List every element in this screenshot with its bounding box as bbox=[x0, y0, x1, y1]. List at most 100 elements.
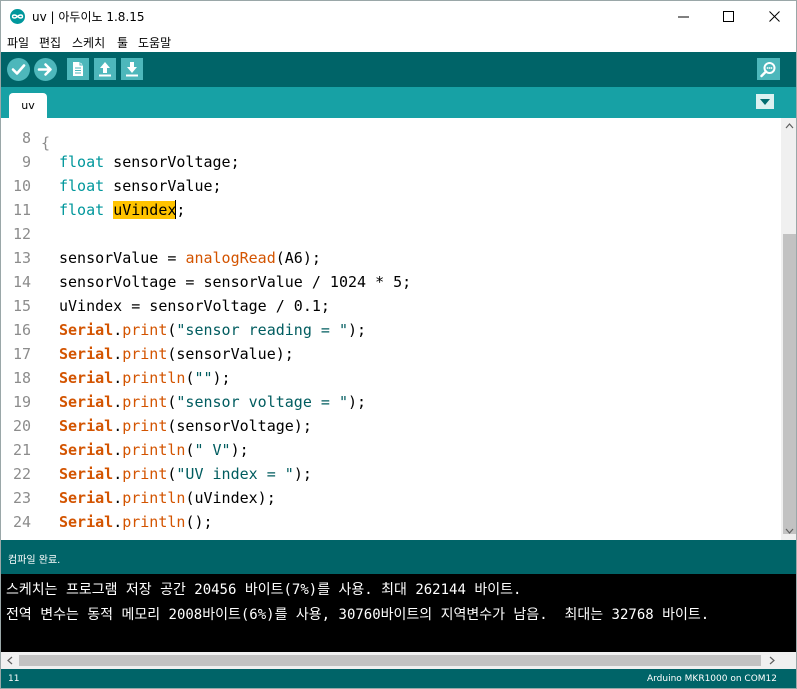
code-line[interactable]: 22 Serial.print("UV index = "); bbox=[1, 462, 781, 486]
tab-uv[interactable]: uv bbox=[9, 93, 47, 118]
code-token: float bbox=[59, 201, 105, 219]
line-number: 21 bbox=[12, 441, 31, 459]
serial-monitor-icon bbox=[760, 62, 776, 78]
code-token: Serial bbox=[59, 489, 114, 507]
code-token: print bbox=[122, 393, 168, 411]
line-number: 16 bbox=[12, 321, 31, 339]
scroll-up-icon[interactable] bbox=[785, 122, 794, 129]
code-token: " V" bbox=[194, 441, 231, 459]
code-text: Serial.print(sensorVoltage); bbox=[59, 414, 312, 438]
code-line[interactable]: 16 Serial.print("sensor reading = "); bbox=[1, 318, 781, 342]
code-token: Serial bbox=[59, 369, 114, 387]
verify-button[interactable] bbox=[7, 58, 30, 81]
code-line[interactable]: 13 sensorValue = analogRead(A6); bbox=[1, 246, 781, 270]
menu-sketch[interactable]: 스케치 bbox=[72, 34, 105, 51]
code-line[interactable]: 20 Serial.print(sensorVoltage); bbox=[1, 414, 781, 438]
menu-tools[interactable]: 툴 bbox=[117, 34, 128, 51]
code-token: . bbox=[113, 465, 123, 483]
code-token: (sensorVoltage); bbox=[167, 417, 312, 435]
code-token: (); bbox=[185, 513, 213, 531]
code-token: "sensor voltage = " bbox=[176, 393, 348, 411]
code-token: uVindex = sensorVoltage / 0.1; bbox=[59, 297, 330, 315]
minimize-icon bbox=[678, 16, 689, 18]
code-text: Serial.println(); bbox=[59, 510, 213, 534]
close-icon bbox=[769, 11, 780, 22]
close-button[interactable] bbox=[752, 1, 796, 32]
menu-edit[interactable]: 편집 bbox=[39, 34, 61, 51]
scrollbar-thumb[interactable] bbox=[19, 655, 761, 666]
code-token: Serial bbox=[59, 417, 114, 435]
code-token: ); bbox=[230, 441, 249, 459]
code-token: ); bbox=[348, 321, 367, 339]
scroll-left-icon[interactable] bbox=[6, 656, 13, 665]
scroll-down-icon[interactable] bbox=[785, 528, 794, 535]
code-line[interactable]: 8 bbox=[1, 126, 781, 150]
code-token: . bbox=[113, 345, 123, 363]
code-line[interactable]: 9 float sensorVoltage; bbox=[1, 150, 781, 174]
code-token: . bbox=[113, 489, 123, 507]
code-token: Serial bbox=[59, 393, 114, 411]
code-token: . bbox=[113, 393, 123, 411]
scrollbar-thumb[interactable] bbox=[783, 234, 796, 534]
code-line[interactable]: 23 Serial.println(uVindex); bbox=[1, 486, 781, 510]
code-token: Serial bbox=[59, 441, 114, 459]
code-line[interactable]: 17 Serial.print(sensorValue); bbox=[1, 342, 781, 366]
console-horizontal-scrollbar[interactable] bbox=[1, 652, 796, 669]
arduino-logo-icon bbox=[10, 9, 25, 24]
code-token: sensorVoltage = sensorValue / 1024 * 5; bbox=[59, 273, 412, 291]
code-token: "sensor reading = " bbox=[176, 321, 348, 339]
code-token: sensorValue; bbox=[104, 177, 222, 195]
code-line[interactable]: 10 float sensorValue; bbox=[1, 174, 781, 198]
status-bar: 컴파일 완료. bbox=[1, 540, 796, 574]
new-sketch-button[interactable] bbox=[67, 58, 89, 80]
line-number: 24 bbox=[12, 513, 31, 531]
tab-menu-button[interactable] bbox=[756, 94, 774, 109]
code-token: . bbox=[113, 513, 123, 531]
status-message: 컴파일 완료. bbox=[8, 555, 61, 566]
menu-file[interactable]: 파일 bbox=[7, 34, 29, 51]
code-line[interactable]: 11 float uVindex; bbox=[1, 198, 781, 222]
code-line[interactable]: 21 Serial.println(" V"); bbox=[1, 438, 781, 462]
code-token: sensorValue = bbox=[59, 249, 186, 267]
console-output: 스케치는 프로그램 저장 공간 20456 바이트(7%)를 사용. 최대 26… bbox=[1, 574, 796, 652]
code-token: . bbox=[113, 321, 123, 339]
window-title: uv | 아두이노 1.8.15 bbox=[32, 10, 145, 24]
editor-vertical-scrollbar[interactable] bbox=[781, 118, 796, 540]
save-sketch-button[interactable] bbox=[121, 58, 143, 80]
code-token: println bbox=[122, 513, 186, 531]
code-text: float uVindex; bbox=[59, 198, 185, 222]
code-line[interactable]: 19 Serial.print("sensor voltage = "); bbox=[1, 390, 781, 414]
board-port-info: Arduino MKR1000 on COM12 bbox=[646, 674, 777, 684]
toolbar bbox=[1, 52, 796, 87]
code-token: Serial bbox=[59, 321, 114, 339]
code-text: sensorValue = analogRead(A6); bbox=[59, 246, 321, 270]
code-line[interactable]: 12 bbox=[1, 222, 781, 246]
upload-icon bbox=[37, 63, 52, 76]
maximize-icon bbox=[723, 11, 734, 22]
line-number: 22 bbox=[12, 465, 31, 483]
code-text: Serial.println(uVindex); bbox=[59, 486, 276, 510]
scroll-right-icon[interactable] bbox=[769, 656, 776, 665]
code-token: float bbox=[59, 177, 105, 195]
upload-button[interactable] bbox=[34, 58, 57, 81]
code-line[interactable]: 15 uVindex = sensorVoltage / 0.1; bbox=[1, 294, 781, 318]
menu-help[interactable]: 도움말 bbox=[138, 34, 171, 51]
code-token: . bbox=[113, 441, 123, 459]
line-number: 8 bbox=[21, 129, 31, 147]
maximize-button[interactable] bbox=[706, 1, 752, 32]
code-token: print bbox=[122, 465, 168, 483]
line-number: 15 bbox=[12, 297, 31, 315]
code-line[interactable]: 14 sensorVoltage = sensorValue / 1024 * 5… bbox=[1, 270, 781, 294]
open-sketch-button[interactable] bbox=[94, 58, 116, 80]
serial-monitor-button[interactable] bbox=[757, 58, 780, 80]
console-line: 전역 변수는 동적 메모리 2008바이트(6%)를 사용, 30760바이트의… bbox=[6, 607, 710, 623]
line-number: 14 bbox=[12, 273, 31, 291]
code-line[interactable]: 24 Serial.println(); bbox=[1, 510, 781, 534]
code-line[interactable]: 18 Serial.println(""); bbox=[1, 366, 781, 390]
code-token: print bbox=[122, 417, 168, 435]
minimize-button[interactable] bbox=[661, 1, 707, 32]
code-token: float bbox=[59, 153, 105, 171]
code-editor[interactable]: { 8 9 float sensorVoltage; 10 float sensorVa… bbox=[1, 118, 781, 540]
code-token: . bbox=[113, 417, 123, 435]
save-sketch-icon bbox=[126, 62, 138, 77]
